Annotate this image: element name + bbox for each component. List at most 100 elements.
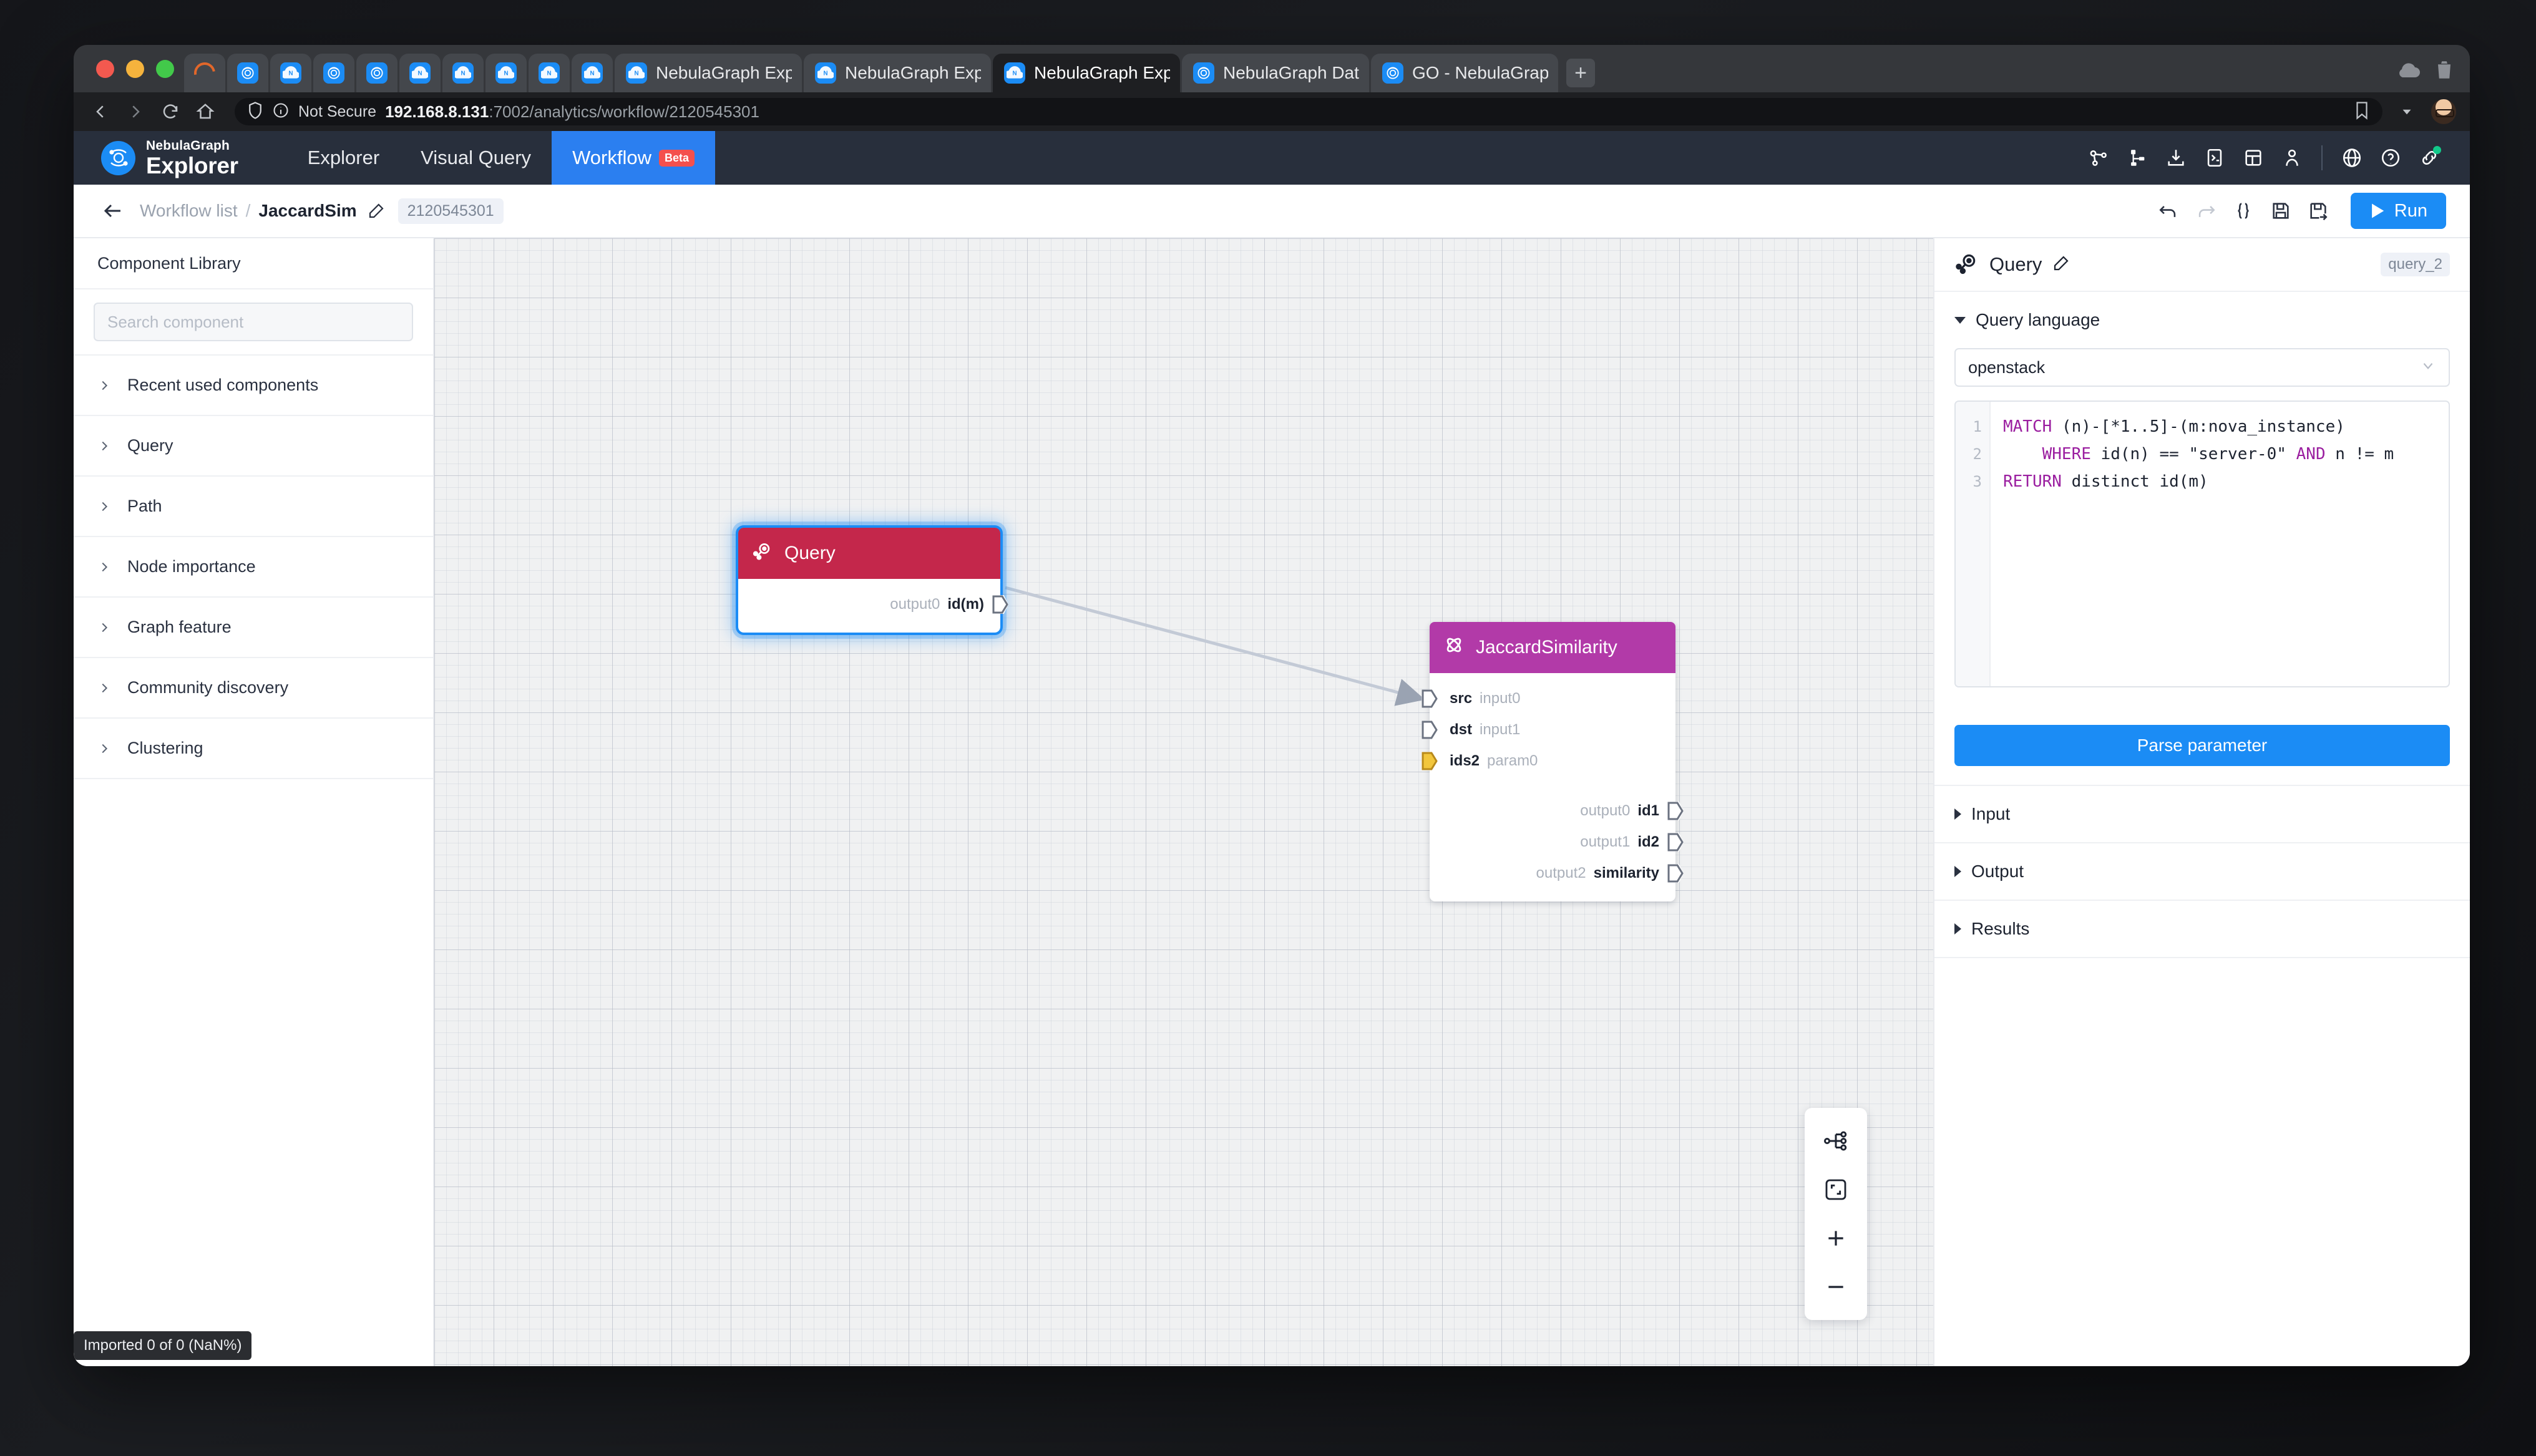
sidebar-item-community-discovery[interactable]: Community discovery <box>74 658 433 719</box>
sidebar-item-query[interactable]: Query <box>74 416 433 477</box>
browser-tab[interactable]: N <box>529 54 570 92</box>
address-bar[interactable]: Not Secure 192.168.8.131:7002/analytics/… <box>235 98 2382 125</box>
port-arrow-icon[interactable] <box>1667 864 1684 883</box>
section-header[interactable]: Results <box>1934 901 2470 957</box>
node-header[interactable]: Query <box>738 528 1000 579</box>
back-arrow-icon[interactable] <box>95 193 131 229</box>
node-output-port[interactable]: output0 id1 <box>1430 795 1684 827</box>
browser-tab[interactable] <box>313 54 354 92</box>
browser-tab[interactable]: NebulaGraph Database Ma <box>1182 54 1369 92</box>
port-spacer <box>1430 777 1675 795</box>
parse-parameter-button[interactable]: Parse parameter <box>1954 725 2450 766</box>
save-icon[interactable] <box>2262 192 2299 230</box>
bookmark-icon[interactable] <box>2354 101 2370 123</box>
breadcrumb-root[interactable]: Workflow list <box>140 201 238 221</box>
svg-text:N: N <box>288 70 293 77</box>
browser-tab[interactable]: GO - NebulaGraph Databa <box>1371 54 1558 92</box>
port-arrow-icon[interactable] <box>1422 689 1438 708</box>
forward-button[interactable] <box>125 101 146 122</box>
undo-icon[interactable] <box>2150 192 2187 230</box>
browser-tab[interactable]: N <box>485 54 527 92</box>
cloud-icon[interactable] <box>2396 61 2421 82</box>
port-arrow-icon[interactable] <box>1667 802 1684 820</box>
port-arrow-icon[interactable] <box>992 595 1008 614</box>
sidebar-item-graph-feature[interactable]: Graph feature <box>74 598 433 658</box>
browser-tab[interactable]: N <box>270 54 311 92</box>
browser-tab-title: NebulaGraph Explorer <box>845 63 981 82</box>
browser-tab[interactable] <box>184 54 225 92</box>
sidebar-item-recent-used-components[interactable]: Recent used components <box>74 356 433 416</box>
node-output-port[interactable]: output2 similarity <box>1430 858 1684 889</box>
trash-icon[interactable] <box>2435 59 2454 84</box>
query-language-header[interactable]: Query language <box>1934 292 2470 348</box>
browser-tab[interactable]: N <box>399 54 441 92</box>
close-window-button[interactable] <box>96 59 114 78</box>
app-logo[interactable]: NebulaGraph Explorer <box>74 131 257 185</box>
nav-item-visual-query[interactable]: Visual Query <box>400 131 552 185</box>
connection-icon[interactable] <box>2410 138 2449 177</box>
chevron-down-icon[interactable] <box>2396 101 2417 122</box>
workflow-canvas[interactable]: Query output0 id(m) JaccardSimilarity src inp… <box>434 238 1933 1366</box>
edit-pencil-icon[interactable] <box>367 201 386 220</box>
browser-tab[interactable] <box>227 54 268 92</box>
new-tab-button[interactable]: + <box>1566 59 1595 87</box>
dashboard-icon[interactable] <box>2234 138 2273 177</box>
maximize-window-button[interactable] <box>156 59 174 78</box>
port-arrow-icon[interactable] <box>1422 752 1438 770</box>
graph-schema-icon[interactable] <box>2079 138 2118 177</box>
sidebar-item-path[interactable]: Path <box>74 477 433 537</box>
user-icon[interactable] <box>2273 138 2311 177</box>
auto-layout-icon[interactable] <box>1805 1117 1867 1165</box>
edit-pencil-icon[interactable] <box>2052 254 2070 276</box>
browser-tab[interactable]: N NebulaGraph Explorer <box>615 54 802 92</box>
panel-section-results[interactable]: Results <box>1934 901 2470 958</box>
globe-icon[interactable] <box>2333 138 2371 177</box>
query-code-editor[interactable]: 1 2 3 MATCH (n)-[*1..5]-(m:nova_instance) … <box>1954 400 2450 687</box>
profile-avatar[interactable] <box>2431 99 2456 124</box>
tree-icon[interactable] <box>2118 138 2157 177</box>
workflow-node-jaccard[interactable]: JaccardSimilarity src input0 dst input1 ids2 p… <box>1422 622 1684 901</box>
node-input-port[interactable]: dst input1 <box>1422 714 1675 745</box>
query-language-select[interactable]: openstack <box>1954 348 2450 387</box>
zoom-in-icon[interactable] <box>1805 1214 1867 1263</box>
browser-tab[interactable] <box>356 54 397 92</box>
braces-icon[interactable] <box>2225 192 2262 230</box>
port-arrow-icon[interactable] <box>1422 721 1438 739</box>
section-header[interactable]: Output <box>1934 843 2470 900</box>
console-icon[interactable] <box>2195 138 2234 177</box>
save-as-icon[interactable] <box>2299 192 2337 230</box>
editor-code[interactable]: MATCH (n)-[*1..5]-(m:nova_instance) WHER… <box>1991 402 2449 686</box>
nav-item-explorer[interactable]: Explorer <box>287 131 400 185</box>
run-button[interactable]: Run <box>2350 193 2446 229</box>
node-output-port[interactable]: output0 id(m) <box>738 589 1008 620</box>
panel-section-output[interactable]: Output <box>1934 843 2470 901</box>
port-name: id(m) <box>947 596 984 613</box>
browser-tab-title: NebulaGraph Explorer <box>656 63 792 82</box>
node-output-port[interactable]: output1 id2 <box>1430 827 1684 858</box>
home-button[interactable] <box>195 101 216 122</box>
reload-button[interactable] <box>160 101 181 122</box>
browser-tab[interactable]: N <box>572 54 613 92</box>
browser-tab[interactable]: N NebulaGraph Explorer <box>993 54 1180 92</box>
port-arrow-icon[interactable] <box>1667 833 1684 852</box>
import-icon[interactable] <box>2157 138 2195 177</box>
section-header[interactable]: Input <box>1934 786 2470 842</box>
info-icon[interactable] <box>272 102 290 122</box>
workflow-node-query[interactable]: Query output0 id(m) <box>736 525 1008 635</box>
node-input-port[interactable]: ids2 param0 <box>1422 745 1675 777</box>
browser-tab[interactable]: N <box>442 54 484 92</box>
zoom-out-icon[interactable] <box>1805 1263 1867 1311</box>
fit-view-icon[interactable] <box>1805 1165 1867 1214</box>
node-input-port[interactable]: src input0 <box>1422 683 1675 714</box>
minimize-window-button[interactable] <box>126 59 144 78</box>
help-icon[interactable] <box>2371 138 2410 177</box>
back-button[interactable] <box>90 101 111 122</box>
search-input[interactable] <box>94 303 413 341</box>
sidebar-item-clustering[interactable]: Clustering <box>74 719 433 779</box>
nav-item-workflow[interactable]: Workflow Beta <box>552 131 715 185</box>
redo-icon[interactable] <box>2187 192 2225 230</box>
browser-tab[interactable]: N NebulaGraph Explorer <box>804 54 991 92</box>
node-header[interactable]: JaccardSimilarity <box>1430 622 1675 673</box>
panel-section-input[interactable]: Input <box>1934 786 2470 843</box>
sidebar-item-node-importance[interactable]: Node importance <box>74 537 433 598</box>
